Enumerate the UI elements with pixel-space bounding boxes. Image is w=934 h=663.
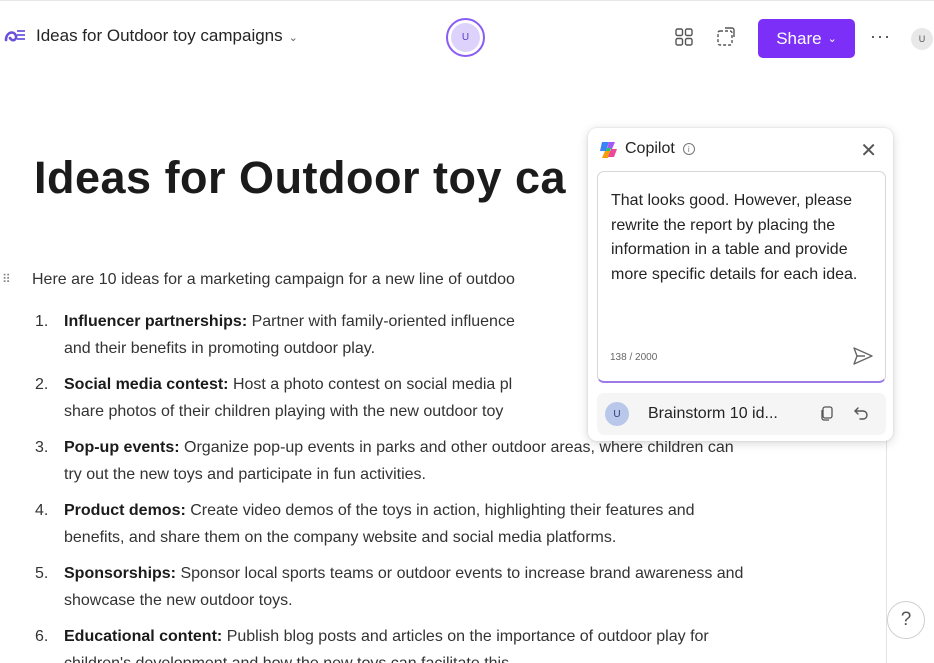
page-title[interactable]: Ideas for Outdoor toy ca [34,152,566,204]
copilot-icon [600,141,617,158]
list-number: 2. [35,376,49,393]
idea-text-continued: share photos of their children playing w… [64,403,504,420]
idea-title: Sponsorships: [64,565,177,582]
help-button[interactable]: ? [887,601,925,639]
more-options-button[interactable]: ··· [870,26,891,47]
intro-paragraph[interactable]: Here are 10 ideas for a marketing campai… [32,271,515,289]
share-button[interactable]: Share ⌄ [758,19,855,58]
top-border [0,0,934,1]
copilot-header: Copilot i ✕ [598,138,883,163]
loop-app-icon [4,30,25,42]
idea-text: Organize pop-up events in parks and othe… [184,439,734,456]
idea-title: Social media contest: [64,376,229,393]
idea-text-continued: children's development and how the new t… [64,655,514,663]
user-avatar[interactable]: U [911,28,933,50]
copilot-history-item[interactable]: U Brainstorm 10 id... [597,393,886,435]
copilot-prompt-text[interactable]: That looks good. However, please rewrite… [611,189,881,287]
close-icon[interactable]: ✕ [860,138,877,163]
list-number: 5. [35,565,49,582]
idea-text: Host a photo contest on social media pl [232,376,513,393]
idea-title: Product demos: [64,502,186,519]
select-icon[interactable] [714,26,736,48]
list-item-body: Sponsorships: Sponsor local sports teams… [64,560,855,614]
list-number: 3. [35,439,49,456]
undo-icon[interactable] [852,404,870,422]
idea-title: Influencer partnerships: [64,313,248,330]
idea-text: Sponsor local sports teams or outdoor ev… [180,565,744,582]
list-number: 4. [35,502,49,519]
list-item[interactable]: 6. Educational content: Publish blog pos… [35,623,855,663]
list-item[interactable]: 4. Product demos: Create video demos of … [35,497,855,551]
drag-handle-icon[interactable]: ⠿ [2,272,11,286]
right-rail-divider [886,430,887,663]
list-item-body: Product demos: Create video demos of the… [64,497,855,551]
doc-title-dropdown[interactable]: Ideas for Outdoor toy campaigns ⌄ [36,26,298,46]
copilot-title: Copilot [625,140,675,157]
copilot-panel: Copilot i ✕ That looks good. However, pl… [588,128,893,441]
idea-text-continued: and their benefits in promoting outdoor … [64,340,376,357]
idea-text-continued: showcase the new outdoor toys. [64,592,293,609]
history-item-label: Brainstorm 10 id... [648,405,778,422]
doc-title-text: Ideas for Outdoor toy campaigns [36,26,283,45]
list-item[interactable]: 3. Pop-up events: Organize pop-up events… [35,434,855,488]
idea-text: Create video demos of the toys in action… [190,502,695,519]
send-icon[interactable] [852,346,874,366]
grid-icon[interactable] [673,26,695,48]
idea-title: Pop-up events: [64,439,180,456]
presence-avatar[interactable]: U [446,18,485,57]
info-icon[interactable]: i [682,143,695,155]
list-number: 6. [35,628,49,645]
character-count: 138 / 2000 [610,352,658,363]
list-item-body: Pop-up events: Organize pop-up events in… [64,434,855,488]
presence-initial: U [451,23,480,52]
chevron-down-icon: ⌄ [827,33,837,45]
copy-icon[interactable] [819,405,835,421]
list-number: 1. [35,313,49,330]
idea-text: Partner with family-oriented influence [251,313,515,330]
avatar: U [605,402,629,426]
list-item-body: Educational content: Publish blog posts … [64,623,855,663]
idea-title: Educational content: [64,628,223,645]
header: Ideas for Outdoor toy campaigns ⌄ U Shar… [0,4,934,64]
share-label: Share [776,28,822,48]
list-item[interactable]: 5. Sponsorships: Sponsor local sports te… [35,560,855,614]
copilot-prompt-input[interactable]: That looks good. However, please rewrite… [597,171,886,383]
chevron-down-icon: ⌄ [288,31,298,44]
idea-text: Publish blog posts and articles on the i… [226,628,709,645]
idea-text-continued: benefits, and share them on the company … [64,529,617,546]
idea-text-continued: try out the new toys and participate in … [64,466,426,483]
